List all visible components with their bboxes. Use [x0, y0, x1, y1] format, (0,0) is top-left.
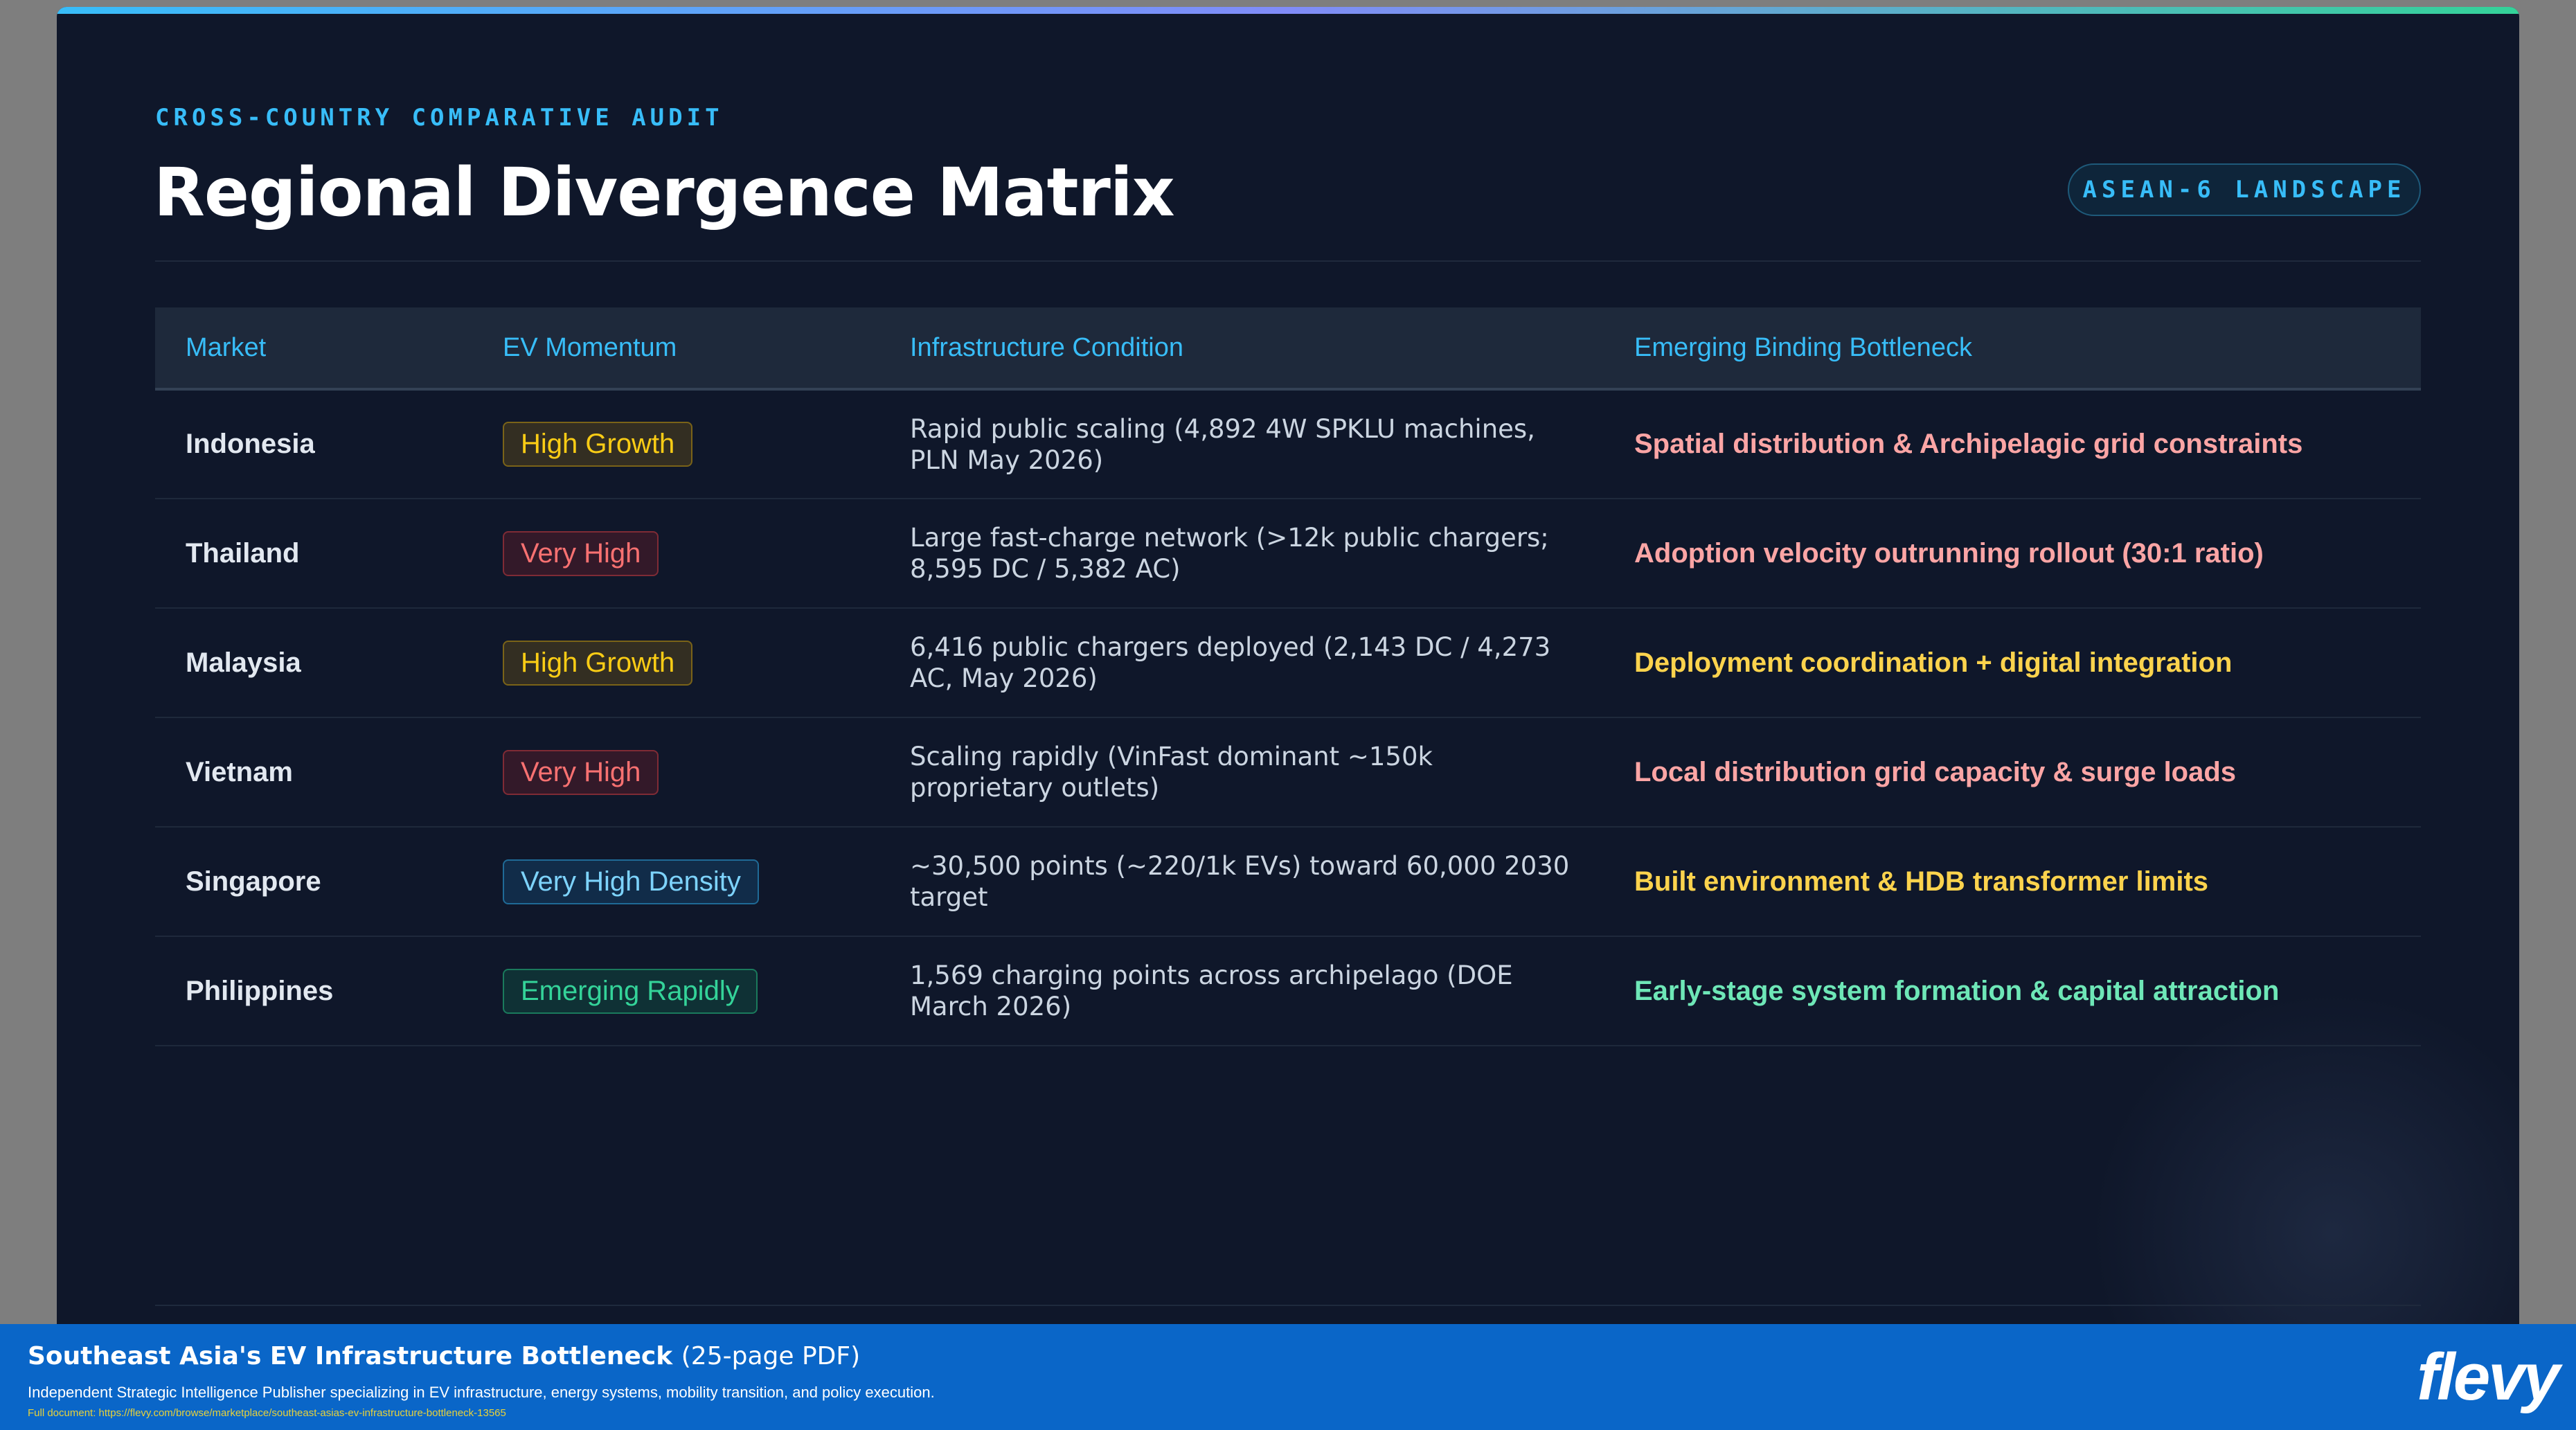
page-title: Regional Divergence Matrix: [154, 154, 1175, 231]
bottleneck-text: Deployment coordination + digital integr…: [1634, 647, 2233, 678]
document-footer: Southeast Asia's EV Infrastructure Bottl…: [0, 1324, 2576, 1430]
table-row: Vietnam Very High Scaling rapidly (VinFa…: [155, 717, 2421, 828]
infrastructure-text: ~30,500 points (~220/1k EVs) toward 60,0…: [879, 827, 1604, 937]
momentum-pill: Very High: [503, 749, 659, 795]
momentum-pill: Emerging Rapidly: [503, 968, 758, 1014]
momentum-pill: Very High Density: [503, 859, 759, 904]
market-name: Indonesia: [186, 429, 315, 459]
publisher-description: Independent Strategic Intelligence Publi…: [28, 1384, 935, 1401]
bottleneck-text: Spatial distribution & Archipelagic grid…: [1634, 429, 2303, 459]
bottleneck-text: Local distribution grid capacity & surge…: [1634, 756, 2237, 787]
region-badge: ASEAN-6 LANDSCAPE: [2068, 163, 2421, 216]
table-row: Philippines Emerging Rapidly 1,569 charg…: [155, 936, 2421, 1046]
infrastructure-text: Scaling rapidly (VinFast dominant ~150k …: [879, 717, 1604, 828]
bottleneck-text: Early-stage system formation & capital a…: [1634, 975, 2280, 1006]
document-title[interactable]: Southeast Asia's EV Infrastructure Bottl…: [28, 1342, 672, 1370]
header-ev-momentum: EV Momentum: [472, 307, 879, 391]
table-row: Indonesia High Growth Rapid public scali…: [155, 389, 2421, 499]
eyebrow-label: CROSS-COUNTRY COMPARATIVE AUDIT: [155, 104, 724, 132]
divider: [155, 260, 2421, 262]
momentum-pill: High Growth: [503, 422, 693, 467]
table-header-row: Market EV Momentum Infrastructure Condit…: [155, 307, 2421, 391]
document-link[interactable]: Full document: https://flevy.com/browse/…: [28, 1407, 506, 1419]
market-name: Vietnam: [186, 756, 293, 787]
market-name: Thailand: [186, 537, 300, 569]
slide: CROSS-COUNTRY COMPARATIVE AUDIT Regional…: [57, 7, 2519, 1430]
page-count: (25-page PDF): [681, 1342, 861, 1370]
header-bottleneck: Emerging Binding Bottleneck: [1604, 307, 2421, 391]
header-infrastructure: Infrastructure Condition: [879, 307, 1604, 391]
infrastructure-text: 1,569 charging points across archipelago…: [879, 936, 1604, 1046]
infrastructure-text: Rapid public scaling (4,892 4W SPKLU mac…: [879, 389, 1604, 499]
divergence-table: Market EV Momentum Infrastructure Condit…: [155, 307, 2421, 1046]
infrastructure-text: Large fast-charge network (>12k public c…: [879, 499, 1604, 609]
market-name: Malaysia: [186, 647, 301, 678]
infrastructure-text: 6,416 public chargers deployed (2,143 DC…: [879, 608, 1604, 718]
table-row: Malaysia High Growth 6,416 public charge…: [155, 608, 2421, 718]
bottleneck-text: Adoption velocity outrunning rollout (30…: [1634, 537, 2264, 569]
market-name: Singapore: [186, 866, 321, 897]
divider: [155, 1305, 2421, 1306]
table-row: Thailand Very High Large fast-charge net…: [155, 499, 2421, 609]
momentum-pill: Very High: [503, 530, 659, 576]
accent-bar: [57, 7, 2519, 14]
market-name: Philippines: [186, 975, 334, 1006]
footer-title: Southeast Asia's EV Infrastructure Bottl…: [28, 1342, 860, 1370]
momentum-pill: High Growth: [503, 640, 693, 686]
flevy-logo[interactable]: flevy: [2417, 1339, 2560, 1415]
table-row: Singapore Very High Density ~30,500 poin…: [155, 827, 2421, 937]
header-market: Market: [155, 307, 472, 391]
bottleneck-text: Built environment & HDB transformer limi…: [1634, 866, 2209, 897]
